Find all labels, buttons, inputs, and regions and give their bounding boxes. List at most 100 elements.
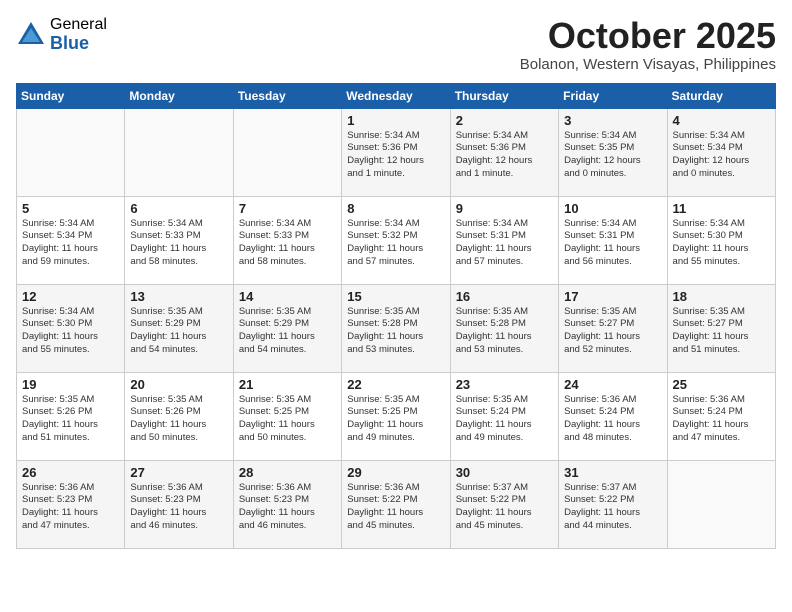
calendar-cell: 3 Sunrise: 5:34 AM Sunset: 5:35 PM Daylig… <box>559 108 667 196</box>
calendar-cell: 9 Sunrise: 5:34 AM Sunset: 5:31 PM Daylig… <box>450 196 558 284</box>
day-number: 30 <box>456 465 553 480</box>
calendar-week-1: 1 Sunrise: 5:34 AM Sunset: 5:36 PM Daylig… <box>17 108 776 196</box>
cell-info: Sunrise: 5:34 AM Sunset: 5:30 PM Dayligh… <box>22 306 119 357</box>
month-title: October 2025 <box>520 16 776 56</box>
day-number: 1 <box>347 113 444 128</box>
day-number: 20 <box>130 377 227 392</box>
day-number: 25 <box>673 377 770 392</box>
day-number: 27 <box>130 465 227 480</box>
cell-info: Sunrise: 5:34 AM Sunset: 5:32 PM Dayligh… <box>347 218 444 269</box>
cell-info: Sunrise: 5:36 AM Sunset: 5:23 PM Dayligh… <box>22 482 119 533</box>
calendar-cell: 18Sunrise: 5:35 AM Sunset: 5:27 PM Dayli… <box>667 284 775 372</box>
calendar-week-3: 12 Sunrise: 5:34 AM Sunset: 5:30 PM Dayli… <box>17 284 776 372</box>
day-number: 6 <box>130 201 227 216</box>
calendar-cell: 11 Sunrise: 5:34 AM Sunset: 5:30 PM Dayli… <box>667 196 775 284</box>
cell-info: Sunrise: 5:35 AM Sunset: 5:29 PM Dayligh… <box>239 306 336 357</box>
cell-info: Sunrise: 5:35 AM Sunset: 5:27 PM Dayligh… <box>564 306 661 357</box>
calendar-cell: 5Sunrise: 5:34 AM Sunset: 5:34 PM Daylig… <box>17 196 125 284</box>
logo-text: General Blue <box>50 16 107 53</box>
cell-info: Sunrise: 5:35 AM Sunset: 5:24 PM Dayligh… <box>456 394 553 445</box>
day-number: 28 <box>239 465 336 480</box>
day-number: 24 <box>564 377 661 392</box>
cell-info: Sunrise: 5:36 AM Sunset: 5:23 PM Dayligh… <box>130 482 227 533</box>
calendar-cell: 8 Sunrise: 5:34 AM Sunset: 5:32 PM Daylig… <box>342 196 450 284</box>
calendar-cell: 30 Sunrise: 5:37 AM Sunset: 5:22 PM Dayli… <box>450 460 558 548</box>
calendar-week-2: 5Sunrise: 5:34 AM Sunset: 5:34 PM Daylig… <box>17 196 776 284</box>
calendar-cell <box>125 108 233 196</box>
day-number: 3 <box>564 113 661 128</box>
cell-info: Sunrise: 5:34 AM Sunset: 5:33 PM Dayligh… <box>130 218 227 269</box>
logo-blue: Blue <box>50 34 107 54</box>
logo-general: General <box>50 16 107 34</box>
calendar-cell: 14 Sunrise: 5:35 AM Sunset: 5:29 PM Dayli… <box>233 284 341 372</box>
calendar-cell: 15 Sunrise: 5:35 AM Sunset: 5:28 PM Dayli… <box>342 284 450 372</box>
calendar-cell: 22Sunrise: 5:35 AM Sunset: 5:25 PM Dayli… <box>342 372 450 460</box>
day-number: 13 <box>130 289 227 304</box>
day-number: 26 <box>22 465 119 480</box>
cell-info: Sunrise: 5:34 AM Sunset: 5:35 PM Dayligh… <box>564 130 661 181</box>
day-header-tuesday: Tuesday <box>233 83 341 108</box>
calendar-cell: 1 Sunrise: 5:34 AM Sunset: 5:36 PM Daylig… <box>342 108 450 196</box>
day-number: 14 <box>239 289 336 304</box>
day-number: 23 <box>456 377 553 392</box>
calendar-cell: 7Sunrise: 5:34 AM Sunset: 5:33 PM Daylig… <box>233 196 341 284</box>
day-header-sunday: Sunday <box>17 83 125 108</box>
calendar-cell: 13 Sunrise: 5:35 AM Sunset: 5:29 PM Dayli… <box>125 284 233 372</box>
logo: General Blue <box>16 16 107 53</box>
day-number: 2 <box>456 113 553 128</box>
logo-icon <box>16 20 46 50</box>
calendar-cell: 25 Sunrise: 5:36 AM Sunset: 5:24 PM Dayli… <box>667 372 775 460</box>
calendar-cell <box>667 460 775 548</box>
page-header: General Blue October 2025 Bolanon, Weste… <box>16 16 776 73</box>
cell-info: Sunrise: 5:35 AM Sunset: 5:25 PM Dayligh… <box>239 394 336 445</box>
calendar-cell: 26 Sunrise: 5:36 AM Sunset: 5:23 PM Dayli… <box>17 460 125 548</box>
cell-info: Sunrise: 5:34 AM Sunset: 5:31 PM Dayligh… <box>564 218 661 269</box>
calendar-cell: 24 Sunrise: 5:36 AM Sunset: 5:24 PM Dayli… <box>559 372 667 460</box>
cell-info: Sunrise: 5:34 AM Sunset: 5:31 PM Dayligh… <box>456 218 553 269</box>
cell-info: Sunrise: 5:36 AM Sunset: 5:24 PM Dayligh… <box>564 394 661 445</box>
calendar-body: 1 Sunrise: 5:34 AM Sunset: 5:36 PM Daylig… <box>17 108 776 548</box>
day-header-monday: Monday <box>125 83 233 108</box>
calendar-cell: 4 Sunrise: 5:34 AM Sunset: 5:34 PM Daylig… <box>667 108 775 196</box>
cell-info: Sunrise: 5:35 AM Sunset: 5:28 PM Dayligh… <box>456 306 553 357</box>
day-header-saturday: Saturday <box>667 83 775 108</box>
calendar-week-4: 19 Sunrise: 5:35 AM Sunset: 5:26 PM Dayli… <box>17 372 776 460</box>
calendar-cell: 12 Sunrise: 5:34 AM Sunset: 5:30 PM Dayli… <box>17 284 125 372</box>
cell-info: Sunrise: 5:37 AM Sunset: 5:22 PM Dayligh… <box>564 482 661 533</box>
day-header-friday: Friday <box>559 83 667 108</box>
cell-info: Sunrise: 5:34 AM Sunset: 5:30 PM Dayligh… <box>673 218 770 269</box>
title-block: October 2025 Bolanon, Western Visayas, P… <box>520 16 776 73</box>
location-subtitle: Bolanon, Western Visayas, Philippines <box>520 56 776 73</box>
day-number: 4 <box>673 113 770 128</box>
cell-info: Sunrise: 5:35 AM Sunset: 5:27 PM Dayligh… <box>673 306 770 357</box>
cell-info: Sunrise: 5:34 AM Sunset: 5:34 PM Dayligh… <box>673 130 770 181</box>
calendar-header-row: SundayMondayTuesdayWednesdayThursdayFrid… <box>17 83 776 108</box>
cell-info: Sunrise: 5:35 AM Sunset: 5:28 PM Dayligh… <box>347 306 444 357</box>
cell-info: Sunrise: 5:37 AM Sunset: 5:22 PM Dayligh… <box>456 482 553 533</box>
day-number: 19 <box>22 377 119 392</box>
calendar-cell: 23 Sunrise: 5:35 AM Sunset: 5:24 PM Dayli… <box>450 372 558 460</box>
day-number: 11 <box>673 201 770 216</box>
day-number: 8 <box>347 201 444 216</box>
day-number: 15 <box>347 289 444 304</box>
cell-info: Sunrise: 5:35 AM Sunset: 5:26 PM Dayligh… <box>130 394 227 445</box>
day-number: 10 <box>564 201 661 216</box>
calendar-table: SundayMondayTuesdayWednesdayThursdayFrid… <box>16 83 776 549</box>
day-number: 9 <box>456 201 553 216</box>
cell-info: Sunrise: 5:34 AM Sunset: 5:36 PM Dayligh… <box>347 130 444 181</box>
day-number: 22 <box>347 377 444 392</box>
cell-info: Sunrise: 5:36 AM Sunset: 5:24 PM Dayligh… <box>673 394 770 445</box>
day-number: 12 <box>22 289 119 304</box>
calendar-cell: 17 Sunrise: 5:35 AM Sunset: 5:27 PM Dayli… <box>559 284 667 372</box>
cell-info: Sunrise: 5:35 AM Sunset: 5:26 PM Dayligh… <box>22 394 119 445</box>
day-number: 29 <box>347 465 444 480</box>
cell-info: Sunrise: 5:36 AM Sunset: 5:22 PM Dayligh… <box>347 482 444 533</box>
cell-info: Sunrise: 5:34 AM Sunset: 5:36 PM Dayligh… <box>456 130 553 181</box>
calendar-cell: 21Sunrise: 5:35 AM Sunset: 5:25 PM Dayli… <box>233 372 341 460</box>
day-number: 17 <box>564 289 661 304</box>
calendar-cell <box>17 108 125 196</box>
cell-info: Sunrise: 5:35 AM Sunset: 5:29 PM Dayligh… <box>130 306 227 357</box>
day-header-thursday: Thursday <box>450 83 558 108</box>
day-number: 16 <box>456 289 553 304</box>
day-number: 5 <box>22 201 119 216</box>
